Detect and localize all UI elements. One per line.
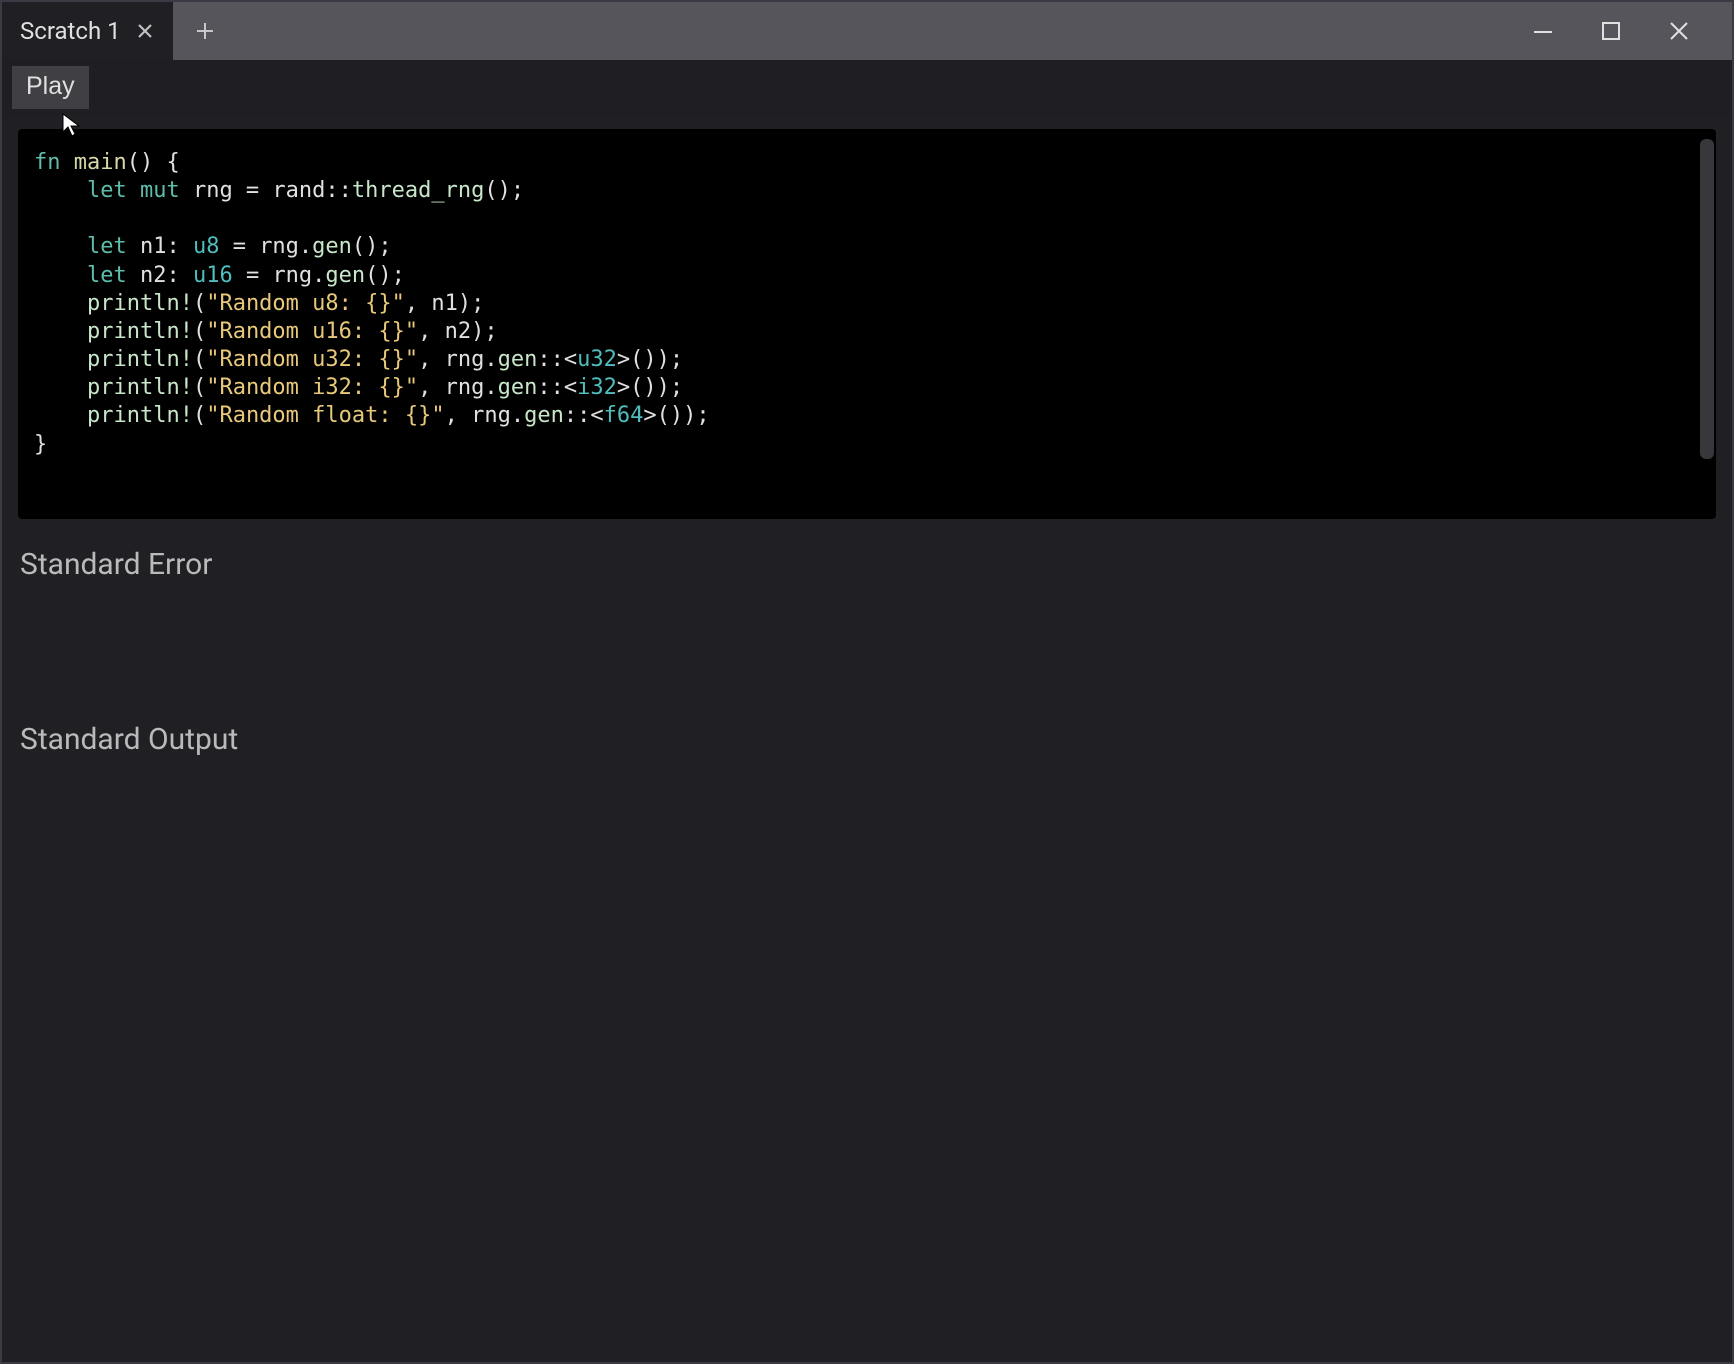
tab-scratch-1[interactable]: Scratch 1 xyxy=(2,2,173,60)
toolbar: Play xyxy=(2,60,1732,115)
content-area: fn main() { let mut rng = rand::thread_r… xyxy=(2,115,1732,1362)
titlebar: Scratch 1 xyxy=(2,2,1732,60)
scrollbar-vertical[interactable] xyxy=(1700,139,1714,459)
tab-strip: Scratch 1 xyxy=(2,2,237,60)
new-tab-button[interactable] xyxy=(173,2,237,60)
app-window: Scratch 1 Play f xyxy=(2,2,1732,1362)
stderr-heading: Standard Error xyxy=(18,519,1716,594)
maximize-icon[interactable] xyxy=(1600,20,1622,42)
stdout-heading: Standard Output xyxy=(18,694,1716,769)
code-editor[interactable]: fn main() { let mut rng = rand::thread_r… xyxy=(18,129,1716,519)
minimize-icon[interactable] xyxy=(1532,20,1554,42)
close-window-icon[interactable] xyxy=(1668,20,1690,42)
close-tab-icon[interactable] xyxy=(135,23,155,39)
play-button[interactable]: Play xyxy=(12,66,89,109)
window-controls xyxy=(1532,2,1732,60)
tab-label: Scratch 1 xyxy=(20,17,121,45)
